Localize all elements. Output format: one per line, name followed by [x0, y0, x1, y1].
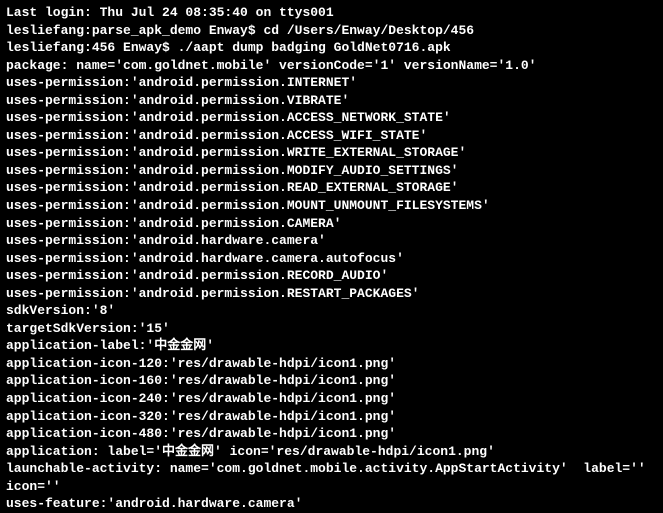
terminal-line: uses-permission:'android.permission.WRIT…	[6, 144, 657, 162]
terminal-line: lesliefang:parse_apk_demo Enway$ cd /Use…	[6, 22, 657, 40]
terminal-line: targetSdkVersion:'15'	[6, 320, 657, 338]
terminal-line: application-label:'中金金网'	[6, 337, 657, 355]
terminal-output[interactable]: Last login: Thu Jul 24 08:35:40 on ttys0…	[6, 4, 657, 513]
terminal-line: application: label='中金金网' icon='res/draw…	[6, 443, 657, 461]
terminal-line: uses-permission:'android.hardware.camera…	[6, 250, 657, 268]
terminal-line: lesliefang:456 Enway$ ./aapt dump badgin…	[6, 39, 657, 57]
terminal-line: package: name='com.goldnet.mobile' versi…	[6, 57, 657, 75]
terminal-line: application-icon-240:'res/drawable-hdpi/…	[6, 390, 657, 408]
terminal-line: uses-permission:'android.permission.READ…	[6, 179, 657, 197]
terminal-line: uses-permission:'android.permission.ACCE…	[6, 109, 657, 127]
terminal-line: uses-permission:'android.permission.MODI…	[6, 162, 657, 180]
terminal-line: uses-permission:'android.permission.RECO…	[6, 267, 657, 285]
terminal-line: uses-permission:'android.permission.VIBR…	[6, 92, 657, 110]
terminal-line: application-icon-120:'res/drawable-hdpi/…	[6, 355, 657, 373]
terminal-line: application-icon-480:'res/drawable-hdpi/…	[6, 425, 657, 443]
terminal-line: uses-permission:'android.permission.REST…	[6, 285, 657, 303]
terminal-line: uses-permission:'android.permission.ACCE…	[6, 127, 657, 145]
terminal-line: launchable-activity: name='com.goldnet.m…	[6, 460, 657, 495]
terminal-line: uses-permission:'android.hardware.camera…	[6, 232, 657, 250]
terminal-line: uses-feature:'android.hardware.camera'	[6, 495, 657, 513]
terminal-line: uses-permission:'android.permission.MOUN…	[6, 197, 657, 215]
terminal-line: application-icon-160:'res/drawable-hdpi/…	[6, 372, 657, 390]
terminal-line: application-icon-320:'res/drawable-hdpi/…	[6, 408, 657, 426]
terminal-line: sdkVersion:'8'	[6, 302, 657, 320]
terminal-line: uses-permission:'android.permission.CAME…	[6, 215, 657, 233]
terminal-line: Last login: Thu Jul 24 08:35:40 on ttys0…	[6, 4, 657, 22]
terminal-line: uses-permission:'android.permission.INTE…	[6, 74, 657, 92]
